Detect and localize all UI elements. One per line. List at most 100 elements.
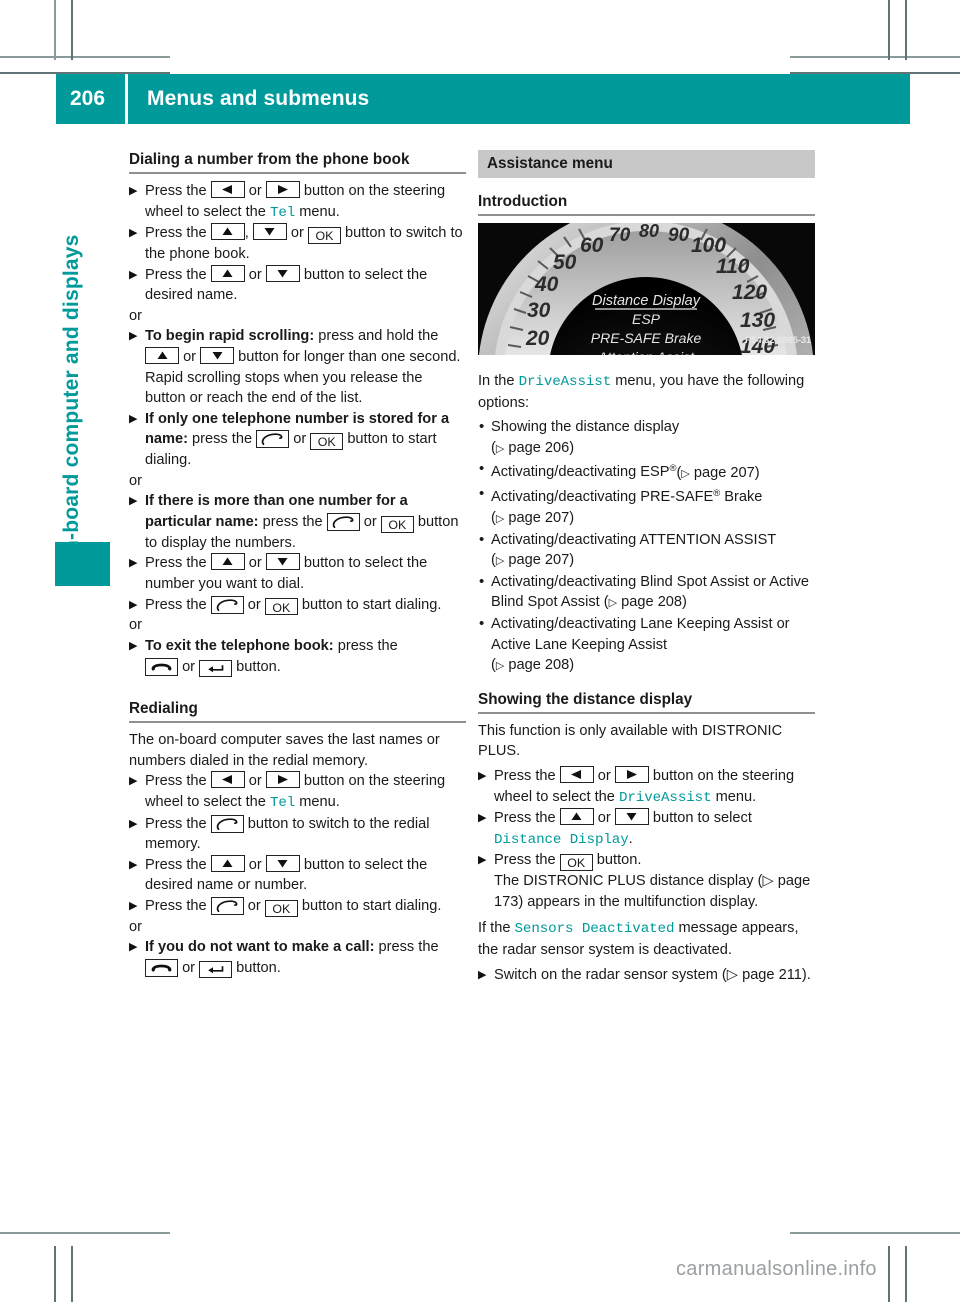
- step-text: Switch on the radar sensor system (: [494, 966, 727, 983]
- step-text: or: [248, 856, 262, 873]
- svg-text:60: 60: [580, 234, 604, 257]
- step-text: button to start dialing.: [145, 431, 437, 469]
- heading-rule: [129, 721, 466, 724]
- step-text: or: [248, 266, 262, 283]
- step-text: or: [182, 658, 196, 675]
- reference-triangle-icon: ▷: [608, 597, 618, 610]
- reference-text: page 207: [508, 510, 570, 526]
- right-arrow-icon: [614, 765, 649, 783]
- step-text: Press the: [494, 767, 556, 784]
- step-redial-start-dialing: Press the or OK button to start dialing.: [129, 896, 466, 917]
- reference-triangle-icon: ▷: [495, 555, 505, 568]
- page-reference: (▷ page 208): [603, 594, 687, 611]
- step-text: or: [247, 596, 261, 613]
- svg-text:30: 30: [527, 299, 551, 322]
- phone-hangup-icon: [145, 657, 178, 676]
- reference-triangle-icon: ▷: [726, 966, 739, 983]
- step-select-desired-name: Press the or button to select the desire…: [129, 264, 466, 306]
- step-text: press the: [192, 431, 253, 448]
- option-blind-spot-assist: Activating/deactivating Blind Spot Assis…: [478, 572, 815, 614]
- step-text: button.: [236, 658, 281, 675]
- svg-text:100: 100: [691, 234, 726, 257]
- step-text: Press the: [145, 897, 207, 914]
- heading-rule: [478, 214, 815, 216]
- reference-triangle-icon: ▷: [495, 660, 505, 673]
- step-text: or: [293, 431, 307, 448]
- ok-key-icon: OK: [307, 227, 341, 244]
- svg-text:Attention Assist: Attention Assist: [597, 349, 695, 355]
- intro-text: In the: [478, 373, 515, 389]
- phone-call-icon: [210, 595, 244, 614]
- reference-text: page 206: [508, 439, 570, 456]
- sensor-text: If the: [478, 920, 511, 937]
- up-arrow-icon: [559, 808, 594, 826]
- step-redial-switch-memory: Press the button to switch to the redial…: [129, 814, 466, 855]
- right-arrow-icon: [265, 181, 300, 198]
- step-text: or: [290, 225, 304, 242]
- step-text: Press the: [145, 596, 207, 613]
- down-arrow-icon: [614, 808, 649, 826]
- step-text: press and hold the: [318, 328, 439, 345]
- step-text: or: [597, 810, 611, 827]
- step-text: Press the: [494, 852, 556, 869]
- redial-intro-text: The on-board computer saves the last nam…: [129, 732, 440, 769]
- page-reference: (▷ page 207): [491, 510, 575, 526]
- or-separator: or: [129, 307, 142, 324]
- step-text: menu.: [299, 203, 340, 220]
- crop-mark-top-left-v2: [71, 0, 73, 60]
- svg-text:90: 90: [668, 225, 690, 246]
- step-text: or: [183, 348, 197, 365]
- svg-text:50: 50: [553, 251, 577, 274]
- left-arrow-icon: [210, 771, 245, 789]
- step-text: button to start dialing.: [301, 596, 442, 613]
- step-text: Press the: [145, 555, 207, 572]
- step-text: menu.: [299, 793, 340, 810]
- option-text: Activating/deactivating ESP: [491, 464, 670, 481]
- option-text: Activating/deactivating PRE-SAFE: [491, 489, 714, 506]
- option-attention-assist: Activating/deactivating ATTENTION ASSIST…: [478, 530, 815, 572]
- step-text: press the: [262, 513, 323, 530]
- back-arrow-icon: [199, 960, 233, 978]
- menu-name-driveassist: DriveAssist: [618, 789, 712, 806]
- chapter-tab-marker: [55, 542, 110, 586]
- heading-dialing-from-phonebook: Dialing a number from the phone book: [129, 151, 410, 168]
- crop-mark-bottom-right-v: [888, 1246, 890, 1302]
- heading-introduction: Introduction: [478, 193, 568, 210]
- step-switch-to-phonebook: Press the , or OK button to switch to th…: [129, 223, 466, 264]
- note-text: ) appears in the multifunction display.: [518, 893, 759, 910]
- step-redial-select-tel: Press the or button on the steering whee…: [129, 771, 466, 813]
- step-text: .: [628, 830, 633, 847]
- reference-triangle-icon: ▷: [681, 467, 690, 480]
- phone-call-icon: [210, 814, 244, 833]
- step-text: ).: [801, 966, 811, 983]
- ok-key-icon: OK: [380, 515, 414, 533]
- page-reference: (▷ page 207): [676, 464, 760, 481]
- figure-instrument-cluster: 20 30 40 50 60 70 80 90 100 110 120 130 …: [478, 223, 815, 355]
- menu-name-tel: Tel: [269, 794, 296, 811]
- step-text: button for longer than one second.: [238, 348, 461, 365]
- page-title: Menus and submenus: [147, 87, 370, 110]
- step-press-ok: Press the OK button.: [478, 850, 815, 872]
- step-text: button to select: [652, 810, 752, 827]
- sensors-deactivated-paragraph: If the Sensors Deactivated message appea…: [478, 918, 815, 960]
- phone-call-icon: [256, 430, 290, 449]
- crop-mark-top-left-h: [0, 56, 170, 58]
- reference-text: page 211: [742, 966, 802, 983]
- step-text: Press the: [145, 815, 207, 832]
- svg-text:ESP: ESP: [632, 311, 661, 327]
- step-select-distance-display: Press the or button to select Distance D…: [478, 808, 815, 850]
- heading-showing-distance-display: Showing the distance display: [478, 690, 693, 708]
- step-lead-in: If you do not want to make a call:: [145, 939, 375, 956]
- reference-text: page 207: [508, 552, 570, 569]
- heading-assistance-menu: Assistance menu: [478, 150, 815, 178]
- down-arrow-icon: [265, 553, 300, 571]
- crop-mark-bottom-left-h: [0, 1232, 170, 1234]
- step-text: Press the: [145, 266, 207, 283]
- svg-text:130: 130: [740, 309, 775, 332]
- menu-name-tel: Tel: [269, 204, 296, 221]
- crop-mark-bottom-right-v2: [905, 1246, 907, 1302]
- left-arrow-icon: [210, 181, 245, 198]
- svg-text:PRE-SAFE Brake: PRE-SAFE Brake: [591, 330, 702, 346]
